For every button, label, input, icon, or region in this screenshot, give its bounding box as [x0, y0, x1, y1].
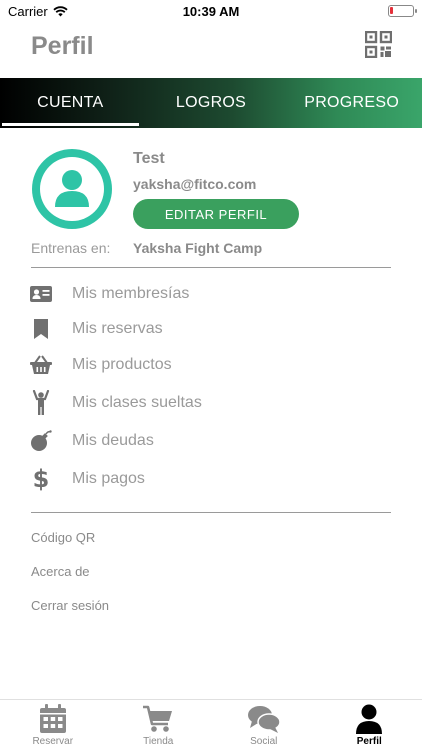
nav-perfil[interactable]: Perfil [317, 700, 422, 750]
nav-tienda[interactable]: Tienda [106, 700, 212, 750]
calendar-icon [39, 704, 66, 733]
id-card-icon [28, 281, 54, 307]
user-icon [356, 704, 383, 734]
bookmark-icon [28, 316, 54, 342]
divider [31, 512, 391, 513]
about-link[interactable]: Acerca de [31, 564, 90, 579]
qr-code-link[interactable]: Código QR [31, 530, 95, 545]
logout-link[interactable]: Cerrar sesión [31, 598, 109, 613]
menu-item-label: Mis deudas [72, 432, 154, 449]
page-title: Perfil [31, 32, 94, 60]
train-label: Entrenas en: [31, 240, 111, 256]
menu-item-productos[interactable]: Mis productos [28, 350, 388, 380]
nav-label: Tienda [143, 736, 174, 747]
battery-icon [388, 5, 417, 17]
menu-item-label: Mis productos [72, 356, 172, 373]
nav-social[interactable]: Social [211, 700, 317, 750]
tab-logros[interactable]: LOGROS [141, 78, 282, 128]
menu-item-membresias[interactable]: Mis membresías [28, 279, 388, 309]
nav-label: Social [250, 736, 278, 747]
gym-name: Yaksha Fight Camp [133, 240, 263, 256]
status-bar: Carrier 10:39 AM [0, 0, 422, 22]
menu-item-deudas[interactable]: Mis deudas [28, 426, 388, 456]
qr-code-icon[interactable] [365, 31, 392, 58]
edit-profile-button[interactable]: EDITAR PERFIL [133, 199, 299, 229]
dollar-icon: $ [32, 465, 50, 493]
tab-cuenta[interactable]: CUENTA [0, 78, 141, 128]
user-email: yaksha@fitco.com [133, 176, 257, 192]
avatar-inner [40, 157, 104, 221]
user-silhouette-icon [55, 170, 89, 207]
menu-item-label: Mis reservas [72, 320, 163, 337]
bottom-nav: Reservar Tienda Social Perfil [0, 699, 422, 750]
tab-progreso[interactable]: PROGRESO [281, 78, 422, 128]
nav-label: Reservar [32, 736, 74, 747]
avatar[interactable] [32, 149, 112, 229]
cart-icon [143, 705, 173, 732]
menu-item-reservas[interactable]: Mis reservas [28, 314, 388, 344]
clock: 10:39 AM [182, 4, 240, 19]
bomb-icon [28, 428, 54, 454]
nav-label: Perfil [356, 736, 382, 747]
person-lifting-icon [28, 390, 54, 416]
menu-item-label: Mis clases sueltas [72, 394, 202, 411]
profile-tabs: CUENTA LOGROS PROGRESO [0, 78, 422, 128]
header: Perfil [0, 22, 422, 78]
menu-item-label: Mis pagos [72, 470, 145, 487]
divider [31, 267, 391, 268]
chat-bubbles-icon [247, 706, 281, 733]
basket-icon [28, 352, 54, 378]
menu-item-clases-sueltas[interactable]: Mis clases sueltas [28, 388, 388, 418]
user-name: Test [133, 150, 165, 167]
menu-item-label: Mis membresías [72, 285, 190, 302]
menu-item-pagos[interactable]: $ Mis pagos [28, 464, 388, 494]
nav-reservar[interactable]: Reservar [0, 700, 106, 750]
